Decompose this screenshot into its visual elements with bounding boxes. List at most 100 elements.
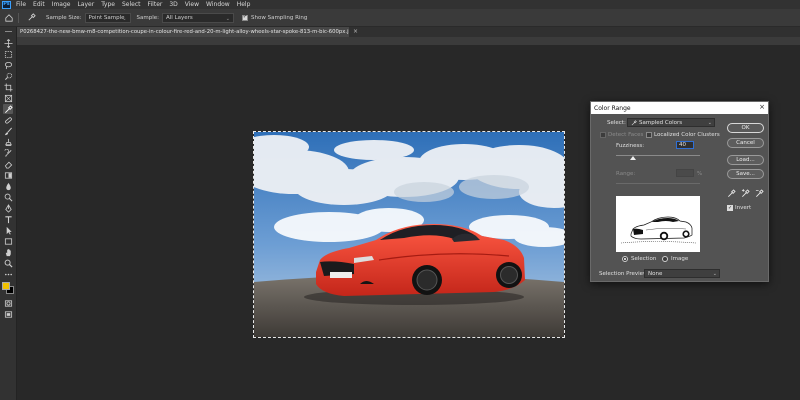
document-canvas-image[interactable] [253,131,565,338]
home-icon[interactable] [4,13,13,22]
fuzziness-label: Fuzziness: [616,143,645,149]
range-unit: % [697,171,703,177]
dialog-titlebar[interactable]: Color Range × [591,102,768,114]
fuzziness-input[interactable]: 40 [676,141,694,149]
document-tab[interactable]: P0268427-the-new-bmw-m8-competition-coup… [17,27,349,37]
color-range-dialog: Color Range × Select: Sampled Colors ⌄ D… [590,101,769,282]
car-photo [254,132,564,337]
dialog-title: Color Range [594,104,631,112]
chevron-down-icon: ⌄ [122,15,127,22]
eyedropper-plus-icon[interactable] [741,189,750,198]
select-label: Select: [607,120,626,126]
rectangle-icon[interactable] [3,236,13,246]
sample-size-select[interactable]: Point Sample ⌄ [84,12,131,23]
frame-icon[interactable] [3,93,13,103]
selection-preview-value: None [648,270,663,277]
selection-preview-label: Selection Preview: [599,271,650,277]
detect-faces-label: Detect Faces [608,132,644,138]
localized-clusters-label: Localized Color Clusters [654,132,720,138]
options-bar: Sample Size: Point Sample ⌄ Sample: All … [0,9,800,27]
ok-button[interactable]: OK [727,123,764,133]
toolbar-grip[interactable] [3,29,13,34]
document-tab-bar: P0268427-the-new-bmw-m8-competition-coup… [17,27,800,37]
chevron-down-icon: ⌄ [225,15,230,22]
show-sampling-ring-label: Show Sampling Ring [251,14,308,21]
sample-select[interactable]: All Layers ⌄ [162,12,234,23]
menu-layer[interactable]: Layer [77,1,94,8]
load-button[interactable]: Load... [727,155,764,165]
range-input[interactable] [676,169,694,177]
history-brush-icon[interactable] [3,148,13,158]
select-dropdown[interactable]: Sampled Colors ⌄ [627,118,715,127]
menu-bar: Ps File Edit Image Layer Type Select Fil… [0,0,800,9]
hand-icon[interactable] [3,247,13,257]
zoom-icon[interactable] [3,258,13,268]
move-icon[interactable] [3,38,13,48]
crop-icon[interactable] [3,82,13,92]
menu-edit[interactable]: Edit [33,1,45,8]
gradient-icon[interactable] [3,170,13,180]
healing-icon[interactable] [3,115,13,125]
app-logo: Ps [2,0,11,9]
more-tools-icon[interactable] [3,269,13,279]
divider [18,12,19,23]
eyedropper-icon[interactable] [727,189,736,198]
blur-icon[interactable] [3,181,13,191]
menu-file[interactable]: File [16,1,26,8]
menu-window[interactable]: Window [206,1,230,8]
fuzziness-value: 40 [679,142,686,148]
tools-panel [0,27,17,400]
menu-help[interactable]: Help [237,1,251,8]
lasso-icon[interactable] [3,60,13,70]
selection-radio[interactable] [622,256,628,262]
menu-image[interactable]: Image [52,1,71,8]
eyedropper-icon[interactable] [3,104,13,114]
marquee-icon[interactable] [3,49,13,59]
image-radio-label: Image [671,256,689,262]
dodge-icon[interactable] [3,192,13,202]
chevron-down-icon: ⌄ [712,271,717,277]
pen-icon[interactable] [3,203,13,213]
foreground-color-swatch[interactable] [2,282,10,290]
invert-label: Invert [735,205,752,211]
range-label: Range: [616,171,636,177]
menu-3d[interactable]: 3D [169,1,177,8]
localized-clusters-checkbox[interactable] [646,132,652,138]
menu-filter[interactable]: Filter [148,1,163,8]
path-select-icon[interactable] [3,225,13,235]
quick-mask-icon[interactable] [3,298,13,308]
menu-view[interactable]: View [185,1,199,8]
menu-select[interactable]: Select [122,1,141,8]
selection-preview-thumbnail [616,196,700,252]
quick-select-icon[interactable] [3,71,13,81]
close-icon[interactable]: × [353,28,358,35]
chevron-down-icon: ⌄ [707,120,712,126]
range-slider-track[interactable] [616,183,700,184]
detect-faces-checkbox[interactable] [600,132,606,138]
eyedropper-minus-icon[interactable] [755,189,764,198]
sample-size-label: Sample Size: [46,14,82,21]
save-button[interactable]: Save... [727,169,764,179]
fuzziness-slider-thumb[interactable] [629,156,636,160]
menu-type[interactable]: Type [101,1,115,8]
fuzziness-slider-track[interactable] [616,155,700,156]
select-value: Sampled Colors [639,119,683,126]
type-icon[interactable] [3,214,13,224]
screen-mode-icon[interactable] [3,309,13,319]
eraser-icon[interactable] [3,159,13,169]
eyedropper-tool-icon[interactable] [27,13,36,22]
sample-value: All Layers [166,14,193,21]
cancel-button[interactable]: Cancel [727,138,764,148]
ruler [17,37,800,45]
selection-radio-label: Selection [631,256,657,262]
brush-icon[interactable] [3,126,13,136]
clone-stamp-icon[interactable] [3,137,13,147]
invert-checkbox[interactable]: ✓ [727,205,733,211]
eyedropper-icon [631,119,637,125]
show-sampling-ring-checkbox[interactable]: ✓ [242,14,248,21]
image-radio[interactable] [662,256,668,262]
close-icon[interactable]: × [759,103,765,111]
selection-preview-dropdown[interactable]: None ⌄ [644,269,720,278]
mask-preview-image [616,196,700,252]
sample-size-value: Point Sample [88,14,125,21]
